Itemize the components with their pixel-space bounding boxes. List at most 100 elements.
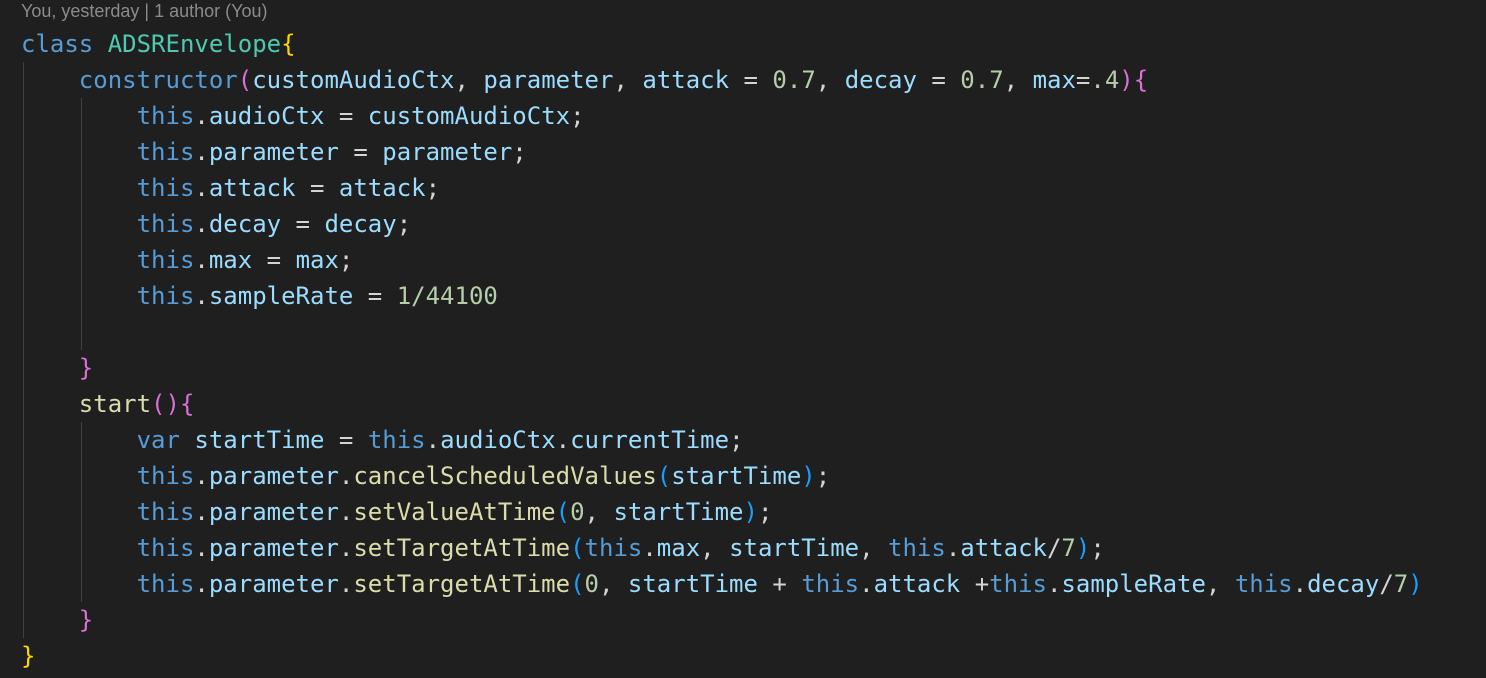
code-token: ( — [656, 462, 672, 490]
code-token: decay — [324, 210, 397, 238]
code-token: } — [21, 642, 36, 670]
code-token: attack — [208, 174, 296, 202]
code-token: sampleRate — [1061, 570, 1206, 598]
code-token: setValueAtTime — [353, 498, 556, 526]
code-line[interactable]: this.parameter.setValueAtTime(0, startTi… — [21, 494, 1423, 530]
code-line[interactable]: } — [21, 602, 1423, 638]
code-token: this — [136, 210, 195, 238]
code-token: . — [338, 498, 354, 526]
code-token: setTargetAtTime — [353, 534, 571, 562]
code-token: ) — [743, 498, 758, 526]
code-token: parameter — [208, 138, 339, 166]
code-line[interactable]: this.audioCtx = customAudioCtx; — [21, 98, 1423, 134]
code-token: startTime — [671, 462, 802, 490]
code-token: ( — [570, 570, 585, 598]
code-token: ) — [1408, 570, 1423, 598]
code-token: decay — [1307, 570, 1380, 598]
code-editor[interactable]: You, yesterday | 1 author (You) class AD… — [0, 0, 1486, 678]
code-token: 7 — [1393, 570, 1409, 598]
code-token: = — [916, 66, 961, 94]
code-token: , — [584, 498, 614, 526]
code-token: ; — [338, 246, 354, 274]
code-line[interactable]: this.attack = attack; — [21, 170, 1423, 206]
code-token: + — [960, 570, 990, 598]
code-token: this — [136, 174, 195, 202]
code-token: startTime — [729, 534, 860, 562]
code-line[interactable]: class ADSREnvelope{ — [21, 26, 1423, 62]
code-token: , — [1205, 570, 1235, 598]
code-token: . — [1046, 570, 1062, 598]
code-token: this — [136, 102, 195, 130]
code-token: , — [613, 66, 643, 94]
code-token: { — [1133, 66, 1149, 94]
code-token: / — [1379, 570, 1394, 598]
code-token: ; — [729, 426, 744, 454]
code-token: ( — [237, 66, 253, 94]
code-token: startTime — [627, 570, 758, 598]
code-line[interactable]: start(){ — [21, 386, 1423, 422]
code-token: 0.7 — [960, 66, 1004, 94]
code-line[interactable] — [21, 314, 1423, 350]
code-token: this — [1234, 570, 1293, 598]
code-line[interactable]: this.decay = decay; — [21, 206, 1423, 242]
code-token: parameter — [382, 138, 513, 166]
code-token: = — [1075, 66, 1091, 94]
code-token: max — [295, 246, 339, 274]
codelens-blame[interactable]: You, yesterday | 1 author (You) — [21, 0, 268, 22]
code-line[interactable]: this.parameter.setTargetAtTime(0, startT… — [21, 566, 1423, 602]
code-token: ADSREnvelope — [107, 30, 282, 58]
code-token: max — [208, 246, 253, 274]
code-token: ; — [425, 174, 441, 202]
code-token: this — [136, 570, 195, 598]
code-line[interactable]: this.parameter.setTargetAtTime(this.max,… — [21, 530, 1423, 566]
code-line[interactable]: var startTime = this.audioCtx.currentTim… — [21, 422, 1423, 458]
code-token: = — [324, 426, 368, 454]
code-token: this — [136, 138, 195, 166]
code-token: customAudioCtx — [252, 66, 455, 94]
code-token: parameter — [208, 534, 339, 562]
code-token: attack — [873, 570, 961, 598]
code-token: 7 — [1061, 534, 1076, 562]
code-token: var — [136, 426, 180, 454]
code-token: . — [1292, 570, 1308, 598]
code-line[interactable]: } — [21, 638, 1423, 674]
code-token: .4 — [1090, 66, 1120, 94]
code-token: startTime — [194, 426, 325, 454]
code-token: max — [1032, 66, 1076, 94]
code-token: customAudioCtx — [367, 102, 571, 130]
code-token: decay — [844, 66, 917, 94]
code-token: ; — [1090, 534, 1105, 562]
code-line[interactable]: constructor(customAudioCtx, parameter, a… — [21, 62, 1423, 98]
code-token: , — [454, 66, 484, 94]
code-token: this — [136, 462, 195, 490]
code-token: ; — [396, 210, 412, 238]
code-token: ( — [570, 534, 585, 562]
code-token: } — [78, 354, 94, 382]
code-token: , — [859, 534, 889, 562]
code-line[interactable]: this.sampleRate = 1/44100 — [21, 278, 1423, 314]
code-line[interactable]: this.parameter = parameter; — [21, 134, 1423, 170]
code-area[interactable]: class ADSREnvelope{ constructor(customAu… — [21, 26, 1423, 674]
code-token: parameter — [208, 462, 339, 490]
code-token: = — [324, 102, 368, 130]
code-token: 0 — [570, 498, 585, 526]
code-line[interactable]: } — [21, 350, 1423, 386]
code-token: ; — [815, 462, 831, 490]
code-token: this — [888, 534, 946, 562]
code-token: . — [194, 138, 209, 166]
code-line[interactable]: this.parameter.cancelScheduledValues(sta… — [21, 458, 1423, 494]
code-token: . — [194, 570, 209, 598]
code-token: . — [338, 570, 354, 598]
code-token: = — [295, 174, 339, 202]
code-token: . — [859, 570, 874, 598]
code-line[interactable]: this.max = max; — [21, 242, 1423, 278]
code-token: parameter — [483, 66, 614, 94]
code-token: , — [1003, 66, 1033, 94]
code-token: , — [599, 570, 628, 598]
